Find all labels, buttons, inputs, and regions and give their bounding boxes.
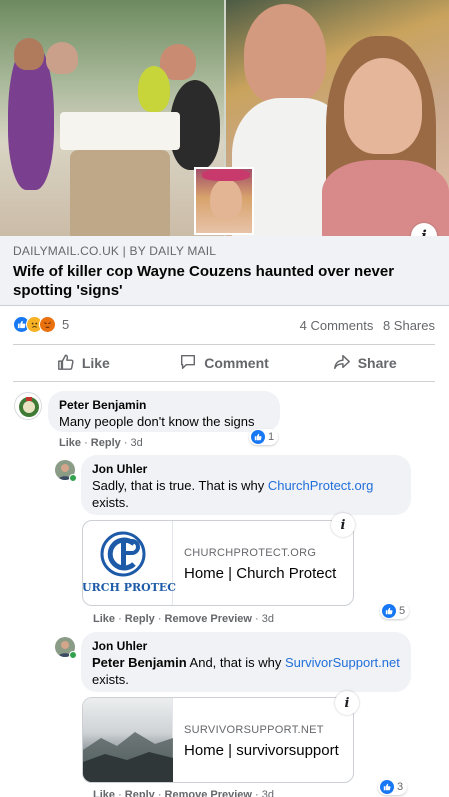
divider (13, 381, 435, 382)
like-reaction-icon (382, 604, 396, 618)
comment-time[interactable]: 3d (131, 437, 143, 449)
comment-meta: Like · Reply · 3d (59, 437, 143, 449)
link-preview-card[interactable]: URCH PROTEC CHURCHPROTECT.ORG Home | Chu… (82, 520, 354, 606)
reply-reply-link[interactable]: Reply (125, 613, 155, 625)
churchprotect-logo-text: URCH PROTEC (82, 581, 177, 594)
reply-author[interactable]: Jon Uhler (92, 639, 400, 654)
comment-reply-link[interactable]: Reply (91, 437, 121, 449)
preview-domain: CHURCHPROTECT.ORG (184, 547, 317, 559)
reply-link[interactable]: SurvivorSupport.net (285, 655, 400, 670)
post-counts[interactable]: 4 Comments 8 Shares (294, 318, 435, 333)
angry-reaction-icon (39, 315, 56, 333)
thumbs-up-icon (57, 353, 82, 374)
link-domain: DAILYMAIL.CO.UK | BY DAILY MAIL (13, 244, 217, 258)
link-preview-image[interactable]: i (0, 0, 449, 236)
misty-mountains-image (83, 698, 173, 782)
reply-link[interactable]: ChurchProtect.org (268, 478, 374, 493)
reply-like-link[interactable]: Like (93, 789, 115, 797)
comment-like-link[interactable]: Like (59, 437, 81, 449)
comments-count[interactable]: 4 Comments (300, 318, 374, 333)
like-reaction-icon (380, 780, 394, 794)
reaction-summary[interactable]: 5 (13, 314, 69, 334)
preview-domain: SURVIVORSUPPORT.NET (184, 724, 324, 736)
reply-text: Sadly, that is true. That is why ChurchP… (92, 478, 374, 510)
share-label: Share (357, 355, 397, 371)
reply-time[interactable]: 3d (262, 613, 274, 625)
comment-label: Comment (204, 355, 269, 371)
comment-bubble: Peter Benjamin Many people don't know th… (48, 391, 280, 432)
avatar[interactable] (14, 392, 42, 420)
like-reaction-icon (251, 430, 265, 444)
restaurant-photo (0, 0, 224, 236)
comment-icon (179, 353, 204, 374)
remove-preview-link[interactable]: Remove Preview (165, 789, 252, 797)
comment-reaction-count[interactable]: 1 (249, 429, 279, 445)
reaction-count: 5 (62, 316, 70, 332)
link-preview-card[interactable]: SURVIVORSUPPORT.NET Home | survivorsuppo… (82, 697, 354, 783)
inset-portrait (194, 167, 254, 235)
comment-text: Many people don't know the signs (59, 414, 255, 429)
reply-meta: Like · Reply · Remove Preview · 3d (93, 789, 274, 797)
remove-preview-link[interactable]: Remove Preview (165, 613, 252, 625)
reply-reaction-count[interactable]: 3 (378, 779, 408, 795)
reply-bubble: Jon Uhler Sadly, that is true. That is w… (81, 455, 411, 515)
selfie-photo (226, 0, 449, 236)
comment-author[interactable]: Peter Benjamin (59, 398, 269, 413)
post-actions: Like Comment Share (13, 346, 435, 380)
link-preview-meta[interactable]: DAILYMAIL.CO.UK | BY DAILY MAIL Wife of … (0, 236, 449, 306)
divider (13, 344, 435, 345)
share-button[interactable]: Share (294, 346, 435, 380)
reply-meta: Like · Reply · Remove Preview · 3d (93, 613, 275, 625)
reply-author[interactable]: Jon Uhler (92, 462, 400, 477)
reply-time[interactable]: 3d (262, 789, 274, 797)
reply-bubble: Jon Uhler Peter Benjamin And, that is wh… (81, 632, 411, 692)
online-status-dot (69, 651, 77, 659)
shares-count[interactable]: 8 Shares (383, 318, 435, 333)
reply-reaction-count[interactable]: 5 (380, 603, 410, 619)
like-label: Like (81, 355, 110, 371)
share-icon (333, 353, 358, 374)
online-status-dot (69, 474, 77, 482)
churchprotect-logo: URCH PROTEC (82, 521, 177, 605)
like-button[interactable]: Like (13, 346, 154, 380)
reply-text: Peter Benjamin And, that is why Survivor… (92, 655, 400, 687)
reply-mention[interactable]: Peter Benjamin (92, 655, 187, 670)
reply-reply-link[interactable]: Reply (125, 789, 155, 797)
link-title[interactable]: Wife of killer cop Wayne Couzens haunted… (13, 262, 433, 300)
info-icon[interactable]: i (331, 513, 355, 537)
preview-title[interactable]: Home | Church Protect (184, 565, 336, 582)
preview-title[interactable]: Home | survivorsupport (184, 742, 339, 759)
reply-like-link[interactable]: Like (93, 613, 115, 625)
comment-button[interactable]: Comment (154, 346, 295, 380)
info-icon[interactable]: i (335, 691, 359, 715)
